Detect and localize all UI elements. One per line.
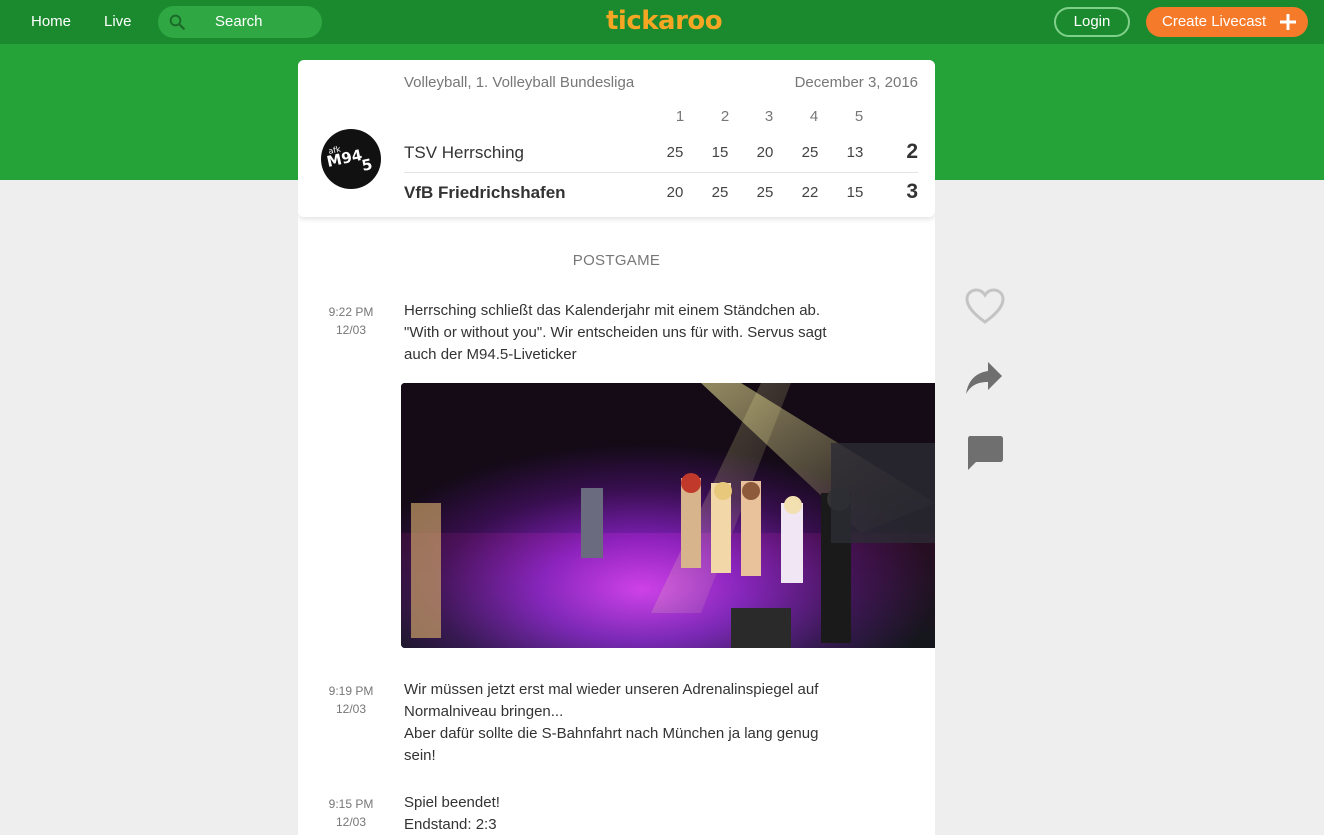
set-score: 22: [801, 184, 819, 201]
event-photo-concert[interactable]: [401, 383, 935, 648]
event-line: Normalniveau bringen...: [404, 703, 564, 720]
event-date: 12/03: [335, 702, 367, 716]
event-line: Endstand: 2:3: [404, 816, 497, 833]
m945-logo: afk M94 5: [321, 129, 381, 189]
svg-text:5: 5: [360, 155, 374, 175]
event-line: Spiel beendet!: [404, 794, 500, 811]
phase-heading: POSTGAME: [572, 252, 661, 269]
set-score: 15: [711, 144, 729, 161]
event-text: Spiel beendet! Endstand: 2:3: [404, 792, 864, 835]
away-total-score: 3: [906, 180, 918, 203]
set-score: 25: [756, 184, 774, 201]
set-header: 4: [809, 108, 819, 125]
league-name: Volleyball, 1. Volleyball Bundesliga: [404, 74, 635, 91]
event-line: Herrsching schließt das Kalenderjahr mit…: [404, 302, 821, 319]
scoreboard: afk M94 5 Volleyball, 1. Volleyball Bund…: [298, 60, 935, 217]
create-livecast-button[interactable]: Create Livecast: [1146, 7, 1308, 37]
share-icon[interactable]: [964, 360, 1004, 396]
event-line: sein!: [404, 747, 436, 764]
set-score: 20: [666, 184, 684, 201]
row-divider: [404, 172, 918, 173]
create-livecast-label: Create Livecast: [1162, 13, 1267, 30]
event-text: Wir müssen jetzt erst mal wieder unseren…: [404, 679, 864, 767]
home-total-score: 2: [906, 140, 918, 163]
event-time: 9:19 PM: [328, 684, 374, 698]
set-score: 25: [711, 184, 729, 201]
comment-icon[interactable]: [966, 435, 1004, 471]
set-score: 25: [666, 144, 684, 161]
set-score: 15: [846, 184, 864, 201]
ticker-column: afk M94 5 Volleyball, 1. Volleyball Bund…: [298, 60, 935, 835]
heart-icon[interactable]: [965, 288, 1005, 326]
set-header: 5: [854, 108, 864, 125]
event-text: Herrsching schließt das Kalenderjahr mit…: [404, 300, 864, 366]
nav-home-link[interactable]: Home: [31, 0, 71, 44]
event-timestamp: 9:15 PM 12/03: [318, 795, 384, 831]
event-time: 9:15 PM: [328, 797, 374, 811]
set-header: 1: [675, 108, 685, 125]
event-time: 9:22 PM: [328, 305, 374, 319]
event-line: auch der M94.5-Liveticker: [404, 346, 577, 363]
search-icon: [169, 14, 185, 30]
home-team-name[interactable]: TSV Herrsching: [404, 143, 524, 163]
set-score: 20: [756, 144, 774, 161]
login-button[interactable]: Login: [1054, 7, 1130, 37]
search-placeholder: Search: [215, 13, 263, 30]
search-input[interactable]: Search: [158, 6, 322, 38]
nav-live-link[interactable]: Live: [104, 0, 132, 44]
event-timestamp: 9:22 PM 12/03: [318, 303, 384, 339]
plus-icon: [1280, 14, 1296, 30]
event-line: Aber dafür sollte die S-Bahnfahrt nach M…: [404, 725, 819, 742]
match-date: December 3, 2016: [794, 74, 918, 91]
event-timestamp: 9:19 PM 12/03: [318, 682, 384, 718]
event-line: "With or without you". Wir entscheiden u…: [404, 324, 827, 341]
event-date: 12/03: [335, 323, 367, 337]
set-header: 2: [720, 108, 730, 125]
event-line: Wir müssen jetzt erst mal wieder unseren…: [404, 681, 819, 698]
set-header: 3: [764, 108, 774, 125]
event-date: 12/03: [335, 815, 367, 829]
tickaroo-logo[interactable]: tickaroo: [606, 5, 723, 37]
set-score: 13: [846, 144, 864, 161]
away-team-name[interactable]: VfB Friedrichshafen: [404, 183, 566, 203]
set-score: 25: [801, 144, 819, 161]
